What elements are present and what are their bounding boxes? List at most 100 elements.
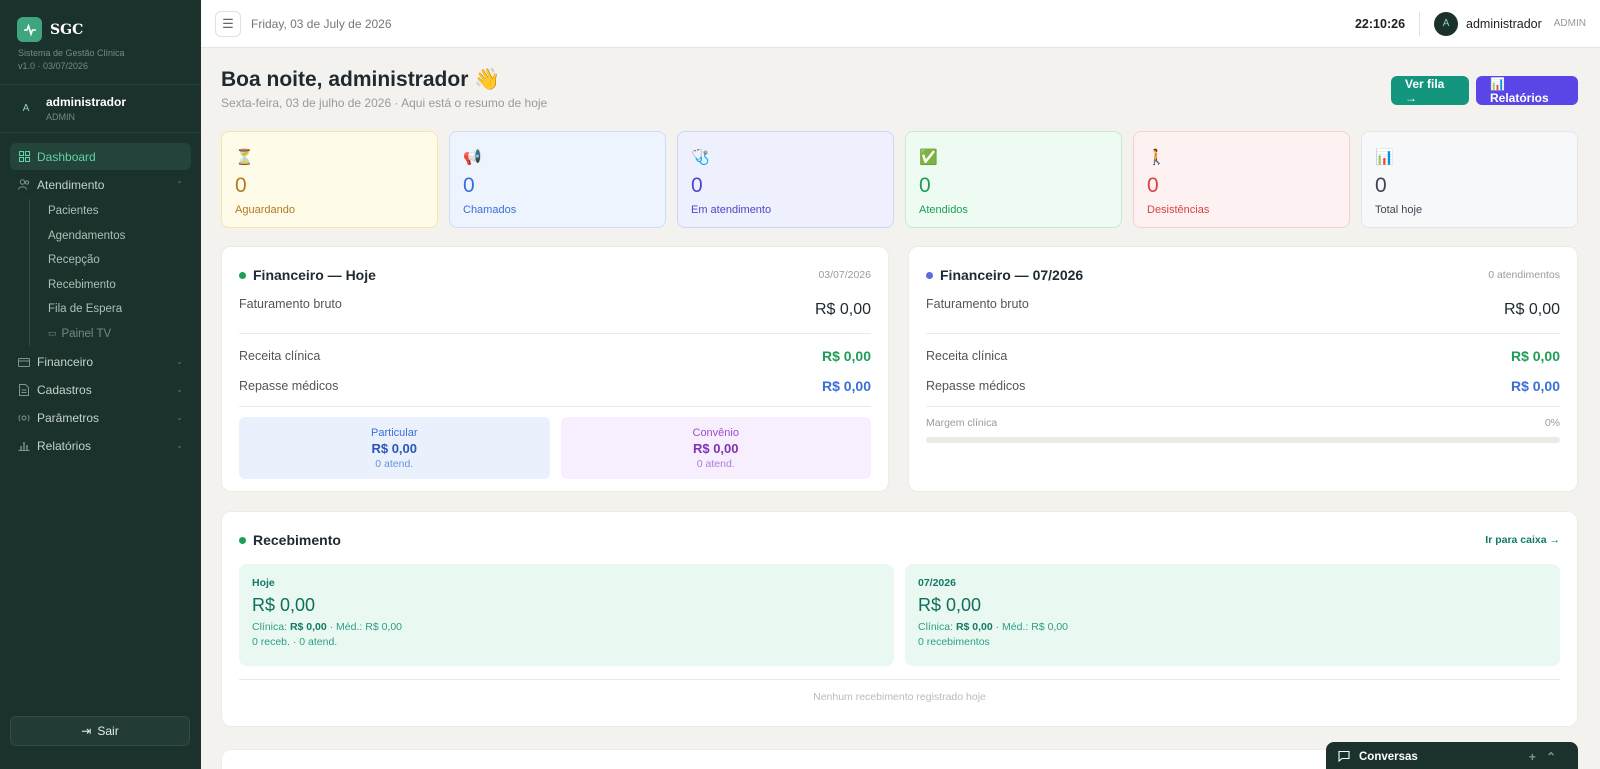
empty-state: Nenhum recebimento registrado hoje xyxy=(813,691,986,703)
atendimento-submenu: Pacientes Agendamentos Recepção Recebime… xyxy=(29,199,191,346)
sidebar-item-dashboard[interactable]: Dashboard xyxy=(10,143,191,170)
app-subtitle-text: Sistema de Gestão Clínica xyxy=(18,48,125,58)
margin-value: 0% xyxy=(1544,417,1560,429)
sidebar-item-pacientes[interactable]: Pacientes xyxy=(30,199,191,224)
sidebar-nav: Dashboard Atendimento ⌃ Pacientes Agenda… xyxy=(0,133,201,459)
chat-icon xyxy=(1338,750,1350,765)
user-name[interactable]: administrador xyxy=(1466,17,1542,31)
financeiro-mes-card: Financeiro — 07/2026 0 atendimentos Fatu… xyxy=(908,246,1578,492)
convenio-value: R$ 0,00 xyxy=(692,440,739,456)
settings-icon xyxy=(18,412,30,424)
clinic-prefix: Clínica: xyxy=(252,621,288,633)
sidebar-item-recepcao[interactable]: Recepção xyxy=(30,248,191,273)
logout-button[interactable]: ⇥ Sair xyxy=(10,716,190,746)
stat-label: Chamados xyxy=(463,204,517,216)
clock: 22:10:26 xyxy=(1355,11,1421,36)
repasse-value: R$ 0,00 xyxy=(821,378,871,394)
stat-card-aguardando: ⏳ 0 Aguardando xyxy=(221,131,438,228)
users-icon xyxy=(18,179,30,191)
payment-split: Particular R$ 0,00 0 atend. Convênio R$ … xyxy=(222,417,888,479)
med-value: · Méd.: R$ 0,00 xyxy=(995,621,1069,633)
stat-value: 0 xyxy=(1375,174,1387,197)
margin-row: Margem clínica 0% xyxy=(909,417,1577,429)
check-icon: ✅ xyxy=(919,149,938,166)
stat-value: 0 xyxy=(463,174,475,197)
grid-icon xyxy=(18,151,30,163)
sidebar-item-label: Atendimento xyxy=(37,177,105,192)
clinic-row: Receita clínica R$ 0,00 xyxy=(909,346,1577,366)
recebimento-boxes: Hoje R$ 0,00 Clínica: R$ 0,00 · Méd.: R$… xyxy=(222,564,1577,666)
sidebar-item-recebimento[interactable]: Recebimento xyxy=(30,273,191,298)
avatar[interactable]: A xyxy=(1434,11,1459,36)
gross-label: Faturamento bruto xyxy=(926,297,1029,311)
hourglass-icon: ⏳ xyxy=(235,149,254,166)
financeiro-hoje-card: Financeiro — Hoje 03/07/2026 Faturamento… xyxy=(221,246,889,492)
med-value: · Méd.: R$ 0,00 xyxy=(329,621,403,633)
logout-icon: ⇥ xyxy=(81,724,92,738)
sidebar-item-cadastros[interactable]: Cadastros ⌄ xyxy=(10,376,191,403)
margin-label: Margem clínica xyxy=(926,417,998,429)
monitor-icon: ▭ xyxy=(48,328,57,339)
particular-value: R$ 0,00 xyxy=(371,440,418,456)
sidebar-item-painel-tv[interactable]: ▭ Painel TV xyxy=(30,322,191,347)
topbar: ☰ Friday, 03 de July de 2026 22:10:26 A … xyxy=(201,0,1600,48)
chat-title: Conversas xyxy=(1359,751,1418,763)
clinic-value: R$ 0,00 xyxy=(821,348,871,364)
stat-value: 0 xyxy=(691,174,703,197)
sidebar-item-agendamentos[interactable]: Agendamentos xyxy=(30,224,191,249)
plus-icon[interactable]: + xyxy=(1529,750,1546,764)
chevron-down-icon: ⌄ xyxy=(176,385,183,394)
sidebar-item-label: Parâmetros xyxy=(37,410,100,425)
repasse-label: Repasse médicos xyxy=(926,379,1026,393)
stat-label: Aguardando xyxy=(235,204,295,216)
view-queue-button[interactable]: Ver fila → xyxy=(1391,76,1469,105)
chevron-down-icon: ⌄ xyxy=(176,357,183,366)
recebimento-today-count: 0 receb. · 0 atend. xyxy=(252,636,338,648)
clinic-label: Receita clínica xyxy=(239,349,321,363)
go-to-cashier-link[interactable]: Ir para caixa → xyxy=(1485,534,1560,546)
logout-label: Sair xyxy=(97,724,119,738)
sidebar-item-financeiro[interactable]: Financeiro ⌄ xyxy=(10,348,191,375)
gross-row: Faturamento bruto R$ 0,00 xyxy=(222,297,888,318)
margin-progress-bar xyxy=(926,437,1560,443)
stat-card-atendidos: ✅ 0 Atendidos xyxy=(905,131,1122,228)
clinic-row: Receita clínica R$ 0,00 xyxy=(222,346,888,366)
user-role: ADMIN xyxy=(46,112,75,122)
chat-widget[interactable]: Conversas +⌃ xyxy=(1326,742,1578,769)
recebimento-month-breakdown: Clínica: R$ 0,00 · Méd.: R$ 0,00 xyxy=(918,621,1547,633)
sidebar-item-label: Relatórios xyxy=(37,438,92,453)
recebimento-card: Recebimento Ir para caixa → Hoje R$ 0,00… xyxy=(221,511,1578,727)
greeting: Boa noite, administrador 👋 Sexta-feira, … xyxy=(221,68,547,110)
megaphone-icon: 📢 xyxy=(463,149,482,166)
recebimento-today-value: R$ 0,00 xyxy=(252,595,316,615)
chevron-up-icon[interactable]: ⌃ xyxy=(1546,750,1566,764)
sidebar-item-parametros[interactable]: Parâmetros ⌄ xyxy=(10,404,191,431)
stat-value: 0 xyxy=(919,174,931,197)
card-title: Financeiro — 07/2026 xyxy=(940,267,1084,283)
page-subtitle: Sexta-feira, 03 de julho de 2026 · Aqui … xyxy=(221,96,548,110)
app-version: v1.0 · 03/07/2026 xyxy=(18,61,89,71)
gross-row: Faturamento bruto R$ 0,00 xyxy=(909,297,1577,318)
chevron-down-icon: ⌄ xyxy=(176,441,183,450)
user-name: administrador xyxy=(46,95,127,109)
convenio-box: Convênio R$ 0,00 0 atend. xyxy=(560,417,871,479)
recebimento-month-title: 07/2026 xyxy=(918,577,956,589)
divider xyxy=(926,406,1560,407)
reports-button[interactable]: 📊 Relatórios xyxy=(1476,76,1578,105)
clinic-label: Receita clínica xyxy=(926,349,1008,363)
stat-card-desistencias: 🚶 0 Desistências xyxy=(1133,131,1350,228)
convenio-title: Convênio xyxy=(692,426,739,439)
recebimento-month-value: R$ 0,00 xyxy=(918,595,982,615)
particular-title: Particular xyxy=(371,426,418,439)
sidebar-item-fila-de-espera[interactable]: Fila de Espera xyxy=(30,297,191,322)
sidebar-item-atendimento[interactable]: Atendimento ⌃ xyxy=(10,171,191,198)
sidebar-item-label: Cadastros xyxy=(37,382,92,397)
sidebar-item-relatorios[interactable]: Relatórios ⌄ xyxy=(10,432,191,459)
clinic-value: R$ 0,00 xyxy=(955,621,993,633)
stat-card-chamados: 📢 0 Chamados xyxy=(449,131,666,228)
stat-label: Em atendimento xyxy=(691,204,772,216)
header-actions: Ver fila → 📊 Relatórios xyxy=(1391,76,1578,105)
menu-toggle-button[interactable]: ☰ xyxy=(215,10,241,37)
repasse-row: Repasse médicos R$ 0,00 xyxy=(909,376,1577,396)
chevron-down-icon: ⌄ xyxy=(176,413,183,422)
